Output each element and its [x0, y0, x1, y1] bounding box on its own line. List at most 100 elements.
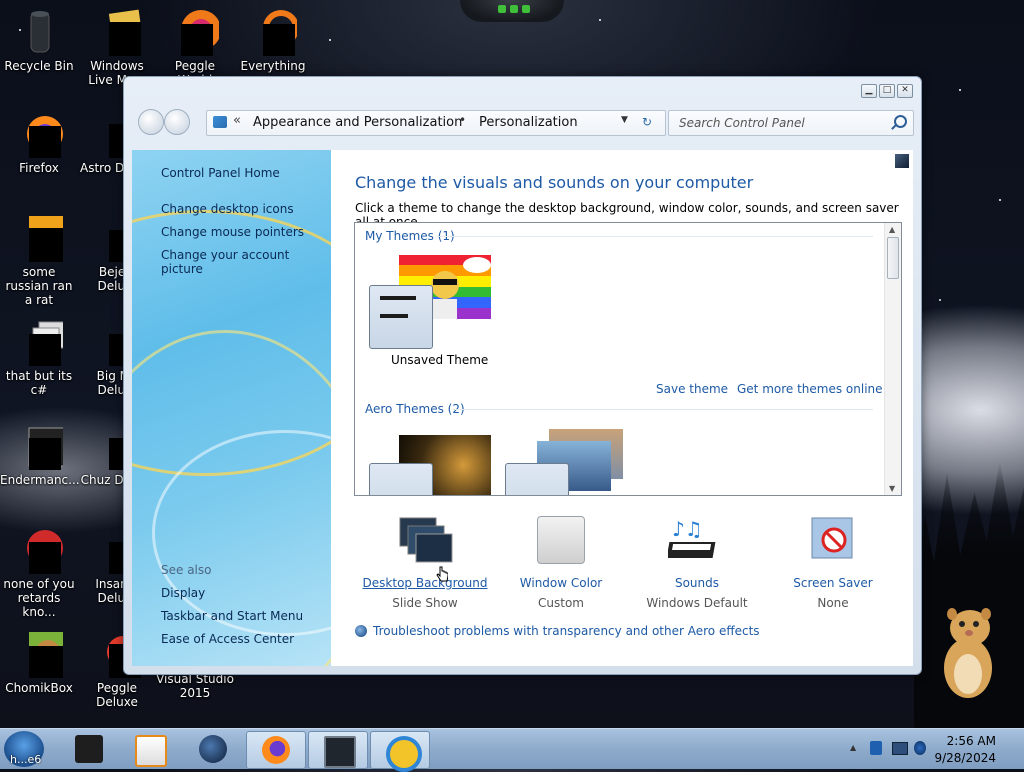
minimize-button[interactable]: ▁ [861, 84, 877, 98]
desktop-background-icon [396, 516, 454, 568]
screen-saver-status: None [817, 596, 849, 610]
unsaved-theme-label: Unsaved Theme [391, 353, 489, 367]
taskbar-internet-explorer[interactable] [370, 731, 430, 772]
desktop-icon-firefox[interactable]: Firefox [0, 110, 78, 175]
window-color-preview [369, 463, 433, 495]
firefox-icon [262, 736, 290, 764]
forward-button[interactable] [164, 109, 190, 135]
mail-icon [93, 8, 144, 56]
hand-cursor-icon [436, 566, 448, 582]
themes-list[interactable]: My Themes (1) Unsaved Theme Save theme G… [354, 222, 902, 496]
chevron-down-icon[interactable]: ▼ [621, 115, 628, 125]
scroll-up-icon[interactable]: ▲ [889, 225, 895, 234]
change-account-picture-link[interactable]: Change your account picture [161, 248, 331, 276]
desktop-icon-none-of-you[interactable]: none of you retards kno... [0, 526, 78, 619]
ease-of-access-link[interactable]: Ease of Access Center [161, 632, 294, 646]
page-title: Change the visuals and sounds on your co… [355, 173, 754, 192]
aero-theme-tile[interactable] [505, 429, 635, 495]
sounds-status: Windows Default [646, 596, 748, 610]
change-mouse-pointers-link[interactable]: Change mouse pointers [161, 225, 304, 239]
clock-date[interactable]: 9/28/2024 [934, 751, 996, 765]
main-content: Change the visuals and sounds on your co… [331, 150, 913, 666]
desktop-icon-label: Recycle Bin [4, 59, 74, 73]
save-theme-link[interactable]: Save theme [656, 382, 728, 396]
window-color-preview [369, 285, 433, 349]
desktop-icon-visual-studio[interactable]: Visual Studio 2015 [156, 672, 234, 700]
breadcrumb-overflow-chevron[interactable]: « [233, 113, 241, 128]
clock-time[interactable]: 2:56 AM [947, 734, 996, 748]
breadcrumb-personalization[interactable]: Personalization [479, 115, 578, 130]
firefox-icon [15, 110, 63, 158]
tray-expand-icon[interactable]: ▲ [850, 743, 856, 752]
hamster-image [944, 608, 992, 698]
system-tray: ▲ 2:56 AM 9/28/2024 [834, 729, 1024, 769]
globe-icon [199, 735, 227, 763]
desktop-icon-label: Endermanc... [0, 473, 80, 487]
taskbar-start-menu-link[interactable]: Taskbar and Start Menu [161, 609, 303, 623]
internet-explorer-icon [386, 736, 422, 772]
get-more-themes-link[interactable]: Get more themes online [737, 382, 883, 396]
scroll-thumb[interactable] [887, 237, 899, 279]
refresh-icon[interactable]: ↻ [642, 115, 652, 129]
aero-theme-tile[interactable] [369, 435, 499, 495]
scroll-down-icon[interactable]: ▼ [889, 484, 895, 493]
themes-scrollbar[interactable]: ▲ ▼ [884, 223, 901, 495]
group-divider [453, 409, 873, 410]
screen-saver-option[interactable]: Screen Saver None [763, 516, 903, 610]
volume-icon[interactable] [914, 741, 926, 755]
desktop-icon-chomikbox[interactable]: ChomikBox [0, 630, 78, 695]
desktop-icon-label: some russian ran a rat [5, 265, 73, 307]
desktop-icon-endermanch[interactable]: Endermanc... [0, 422, 80, 487]
desktop-icon-label: ChomikBox [5, 681, 73, 695]
network-icon[interactable] [892, 742, 908, 755]
control-panel-home-link[interactable]: Control Panel Home [161, 166, 280, 180]
desktop-icon-everything[interactable]: Everything [234, 8, 312, 73]
search-input[interactable]: Search Control Panel [668, 110, 914, 136]
window-color-icon [532, 516, 590, 568]
screen-saver-link[interactable]: Screen Saver [763, 576, 903, 590]
taskbar-app-generic[interactable] [60, 731, 118, 767]
close-button[interactable]: ✕ [897, 84, 913, 98]
desktop-background-status: Slide Show [392, 596, 458, 610]
desktop-background-option[interactable]: Desktop Background Slide Show [355, 516, 495, 610]
change-desktop-icons-link[interactable]: Change desktop icons [161, 202, 294, 216]
maximize-button[interactable]: □ [879, 84, 895, 98]
troubleshoot-link[interactable]: Troubleshoot problems with transparency … [355, 624, 760, 638]
desktop-icon-that-but-csharp[interactable]: that but its c# [0, 318, 78, 397]
search-icon[interactable] [894, 115, 907, 128]
sounds-option[interactable]: ♪♫ Sounds Windows Default [627, 516, 767, 610]
desktop-background-link[interactable]: Desktop Background [355, 576, 495, 590]
window-image-icon [895, 154, 909, 168]
window-color-option[interactable]: Window Color Custom [491, 516, 631, 610]
troubleshoot-label: Troubleshoot problems with transparency … [373, 624, 760, 638]
aero-themes-label: Aero Themes (2) [365, 402, 465, 416]
group-divider [439, 236, 873, 237]
desktop-icon-label: Firefox [19, 161, 59, 175]
back-button[interactable] [138, 109, 164, 135]
taskbar-firefox[interactable] [246, 731, 306, 769]
sounds-icon: ♪♫ [666, 516, 726, 568]
address-bar[interactable]: « Appearance and Personalization • Perso… [206, 110, 666, 136]
taskbar-control-panel[interactable] [308, 731, 368, 769]
breadcrumb-appearance[interactable]: Appearance and Personalization [253, 115, 462, 130]
control-panel-icon [213, 116, 227, 128]
breadcrumb-separator[interactable]: • [459, 113, 466, 127]
sounds-link[interactable]: Sounds [627, 576, 767, 590]
desktop-icon-russian-rat[interactable]: e some russian ran a rat [0, 214, 78, 307]
taskbar-app-globe[interactable] [184, 731, 242, 767]
window-color-preview [505, 463, 569, 495]
app-icon [75, 735, 103, 763]
chomikbox-icon [15, 630, 67, 678]
window-color-link[interactable]: Window Color [491, 576, 631, 590]
unsaved-theme-tile[interactable]: Unsaved Theme [369, 255, 499, 370]
tray-app-icon[interactable] [870, 741, 882, 755]
files-icon [15, 318, 66, 366]
screen-saver-icon [804, 516, 862, 568]
desktop-icon-recycle-bin[interactable]: Recycle Bin [0, 8, 78, 73]
desktop-icon-label: Peggle Deluxe [96, 681, 138, 709]
taskbar: h...e6 ▲ 2:56 AM 9/28/2024 [0, 728, 1024, 772]
display-link[interactable]: Display [161, 586, 205, 600]
taskbar-media-player[interactable] [120, 731, 178, 767]
wallpaper-light [460, 0, 564, 22]
search-placeholder: Search Control Panel [679, 116, 805, 130]
